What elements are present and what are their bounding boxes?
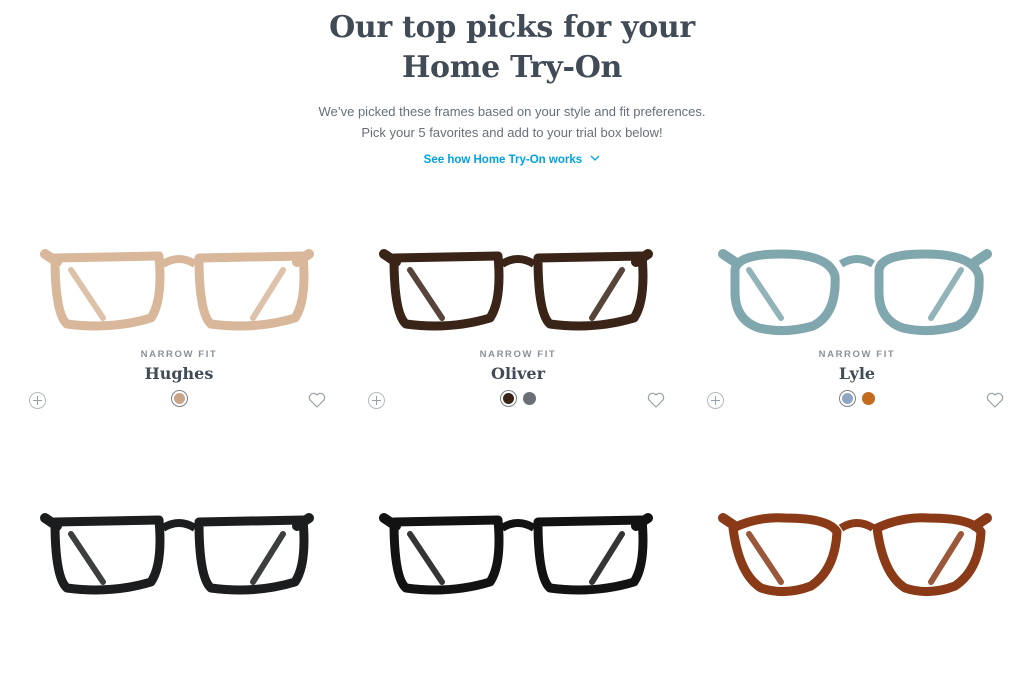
- eyeglasses-image: [379, 249, 653, 331]
- product-name[interactable]: Lyle: [697, 364, 1017, 383]
- page-title-line-2: Home Try-On: [401, 50, 623, 85]
- subtitle-line-2: Pick your 5 favorites and add to your tr…: [361, 125, 663, 140]
- how-it-works-label: See how Home Try-On works: [423, 154, 583, 166]
- eyeglasses-image: [718, 513, 992, 596]
- page-title: Our top picks for your Home Try-On: [0, 8, 1024, 88]
- chevron-down-icon: [590, 156, 600, 162]
- product-card[interactable]: NARROW FIT Hughes: [19, 226, 339, 416]
- product-card[interactable]: NARROW FIT Lyle: [697, 226, 1017, 416]
- product-name[interactable]: Hughes: [19, 364, 339, 383]
- color-swatches: [358, 390, 678, 407]
- product-card[interactable]: NARROW FIT Oliver: [358, 226, 678, 416]
- eyeglasses-image: [718, 249, 992, 336]
- product-card[interactable]: [19, 490, 339, 680]
- product-card[interactable]: [358, 490, 678, 680]
- color-swatch[interactable]: [170, 390, 188, 407]
- color-swatch[interactable]: [500, 390, 517, 407]
- product-name[interactable]: Oliver: [358, 364, 678, 383]
- color-swatch[interactable]: [523, 392, 536, 405]
- product-card[interactable]: [697, 490, 1017, 680]
- fit-label: NARROW FIT: [140, 349, 218, 360]
- subtitle-line-1: We’ve picked these frames based on your …: [318, 104, 706, 119]
- heart-icon[interactable]: [985, 390, 1005, 410]
- eyeglasses-image: [40, 513, 314, 595]
- fit-label: NARROW FIT: [479, 349, 557, 360]
- color-swatch[interactable]: [839, 390, 856, 407]
- eyeglasses-image: [40, 249, 314, 331]
- heart-icon[interactable]: [307, 390, 327, 410]
- page-subtitle: We’ve picked these frames based on your …: [0, 101, 1024, 143]
- how-it-works-link[interactable]: See how Home Try-On works: [0, 154, 1024, 166]
- fit-label: NARROW FIT: [818, 349, 896, 360]
- color-swatches: [19, 390, 339, 407]
- page-title-line-1: Our top picks for your: [329, 10, 695, 45]
- eyeglasses-image: [379, 513, 653, 595]
- color-swatches: [697, 390, 1017, 407]
- color-swatch[interactable]: [862, 392, 875, 405]
- heart-icon[interactable]: [646, 390, 666, 410]
